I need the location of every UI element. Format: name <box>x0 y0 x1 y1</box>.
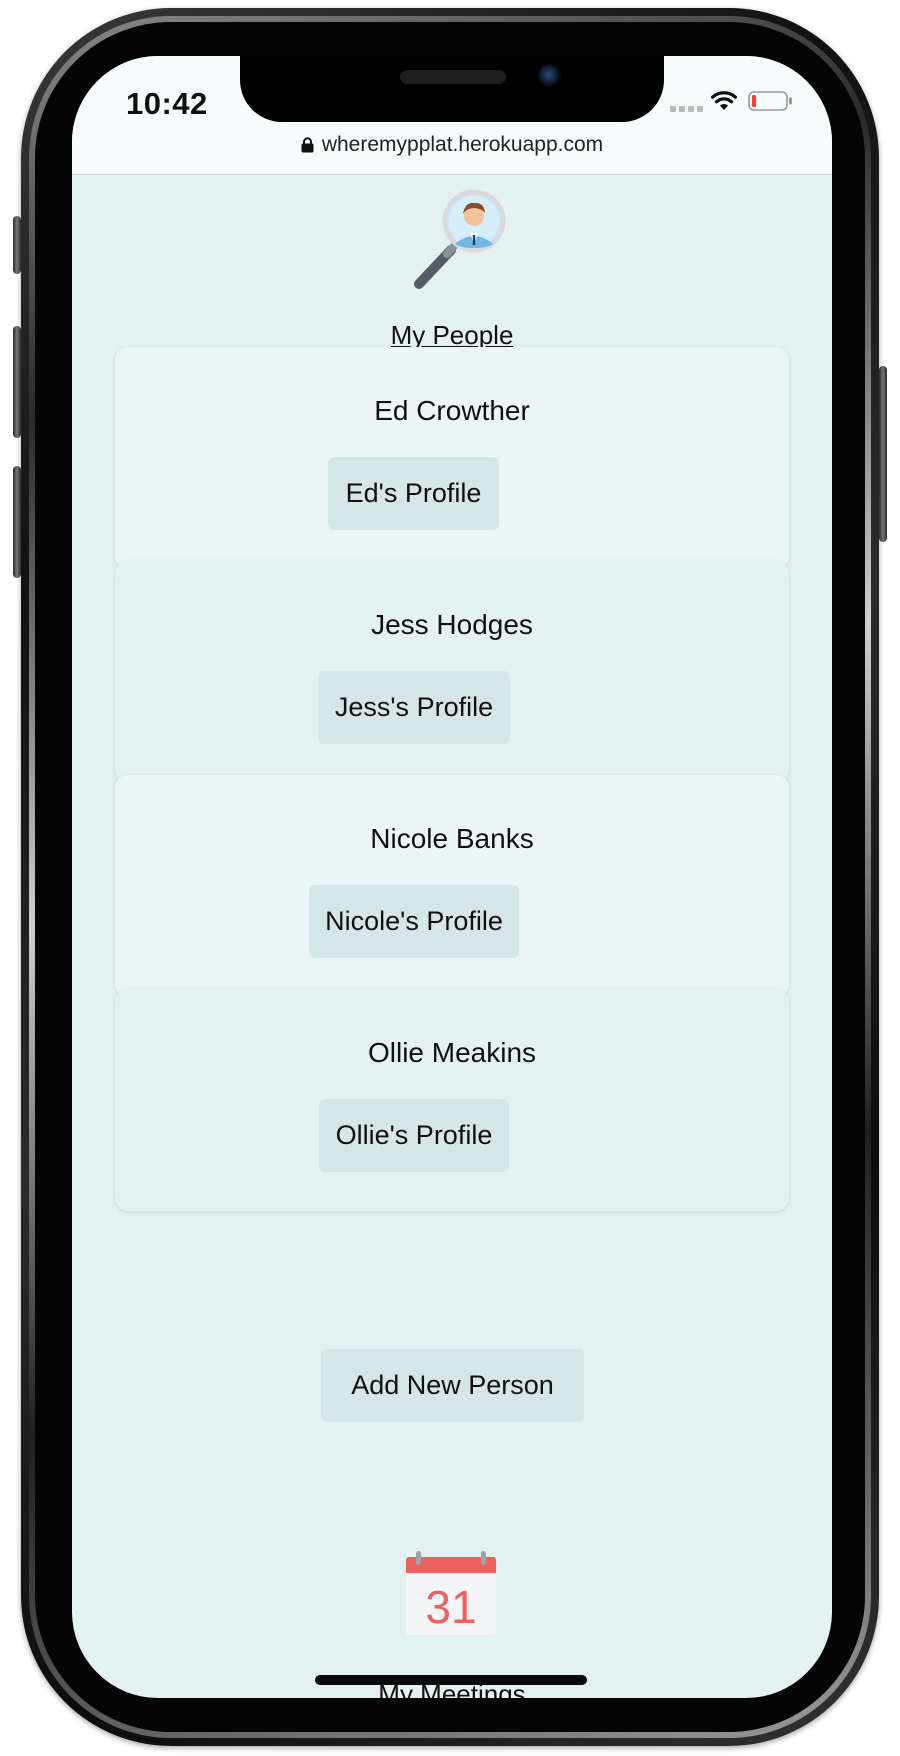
device-notch <box>240 56 664 122</box>
ed-profile-button[interactable]: Ed's Profile <box>328 457 499 530</box>
front-camera <box>538 64 562 88</box>
person-name: Nicole Banks <box>370 823 534 854</box>
cellular-signal-icon <box>670 106 703 112</box>
person-card: Jess Hodges Jess's Profile <box>115 561 789 783</box>
power-button <box>879 366 887 542</box>
lock-icon <box>301 137 314 153</box>
wifi-icon <box>710 91 738 110</box>
device-mockup: 10:42 wheremypplat.herokuapp.com My Peop… <box>0 0 900 1756</box>
home-indicator[interactable] <box>315 1675 587 1685</box>
ollie-profile-button[interactable]: Ollie's Profile <box>319 1099 509 1172</box>
person-card: Nicole Banks Nicole's Profile <box>115 775 789 997</box>
person-card: Ollie Meakins Ollie's Profile <box>115 989 789 1211</box>
phone-screen: 10:42 wheremypplat.herokuapp.com My Peop… <box>72 56 832 1698</box>
nicole-profile-button[interactable]: Nicole's Profile <box>309 885 519 958</box>
volume-down-button <box>13 466 21 578</box>
url-text: wheremypplat.herokuapp.com <box>321 133 604 156</box>
jess-profile-button[interactable]: Jess's Profile <box>318 671 510 744</box>
person-name: Ollie Meakins <box>367 1037 537 1068</box>
silent-switch <box>13 216 21 274</box>
calendar-day-number: 31 <box>425 1581 476 1633</box>
person-name: Jess Hodges <box>371 609 533 640</box>
address-bar[interactable]: wheremypplat.herokuapp.com <box>72 133 832 157</box>
calendar-icon[interactable]: 31 <box>404 1551 498 1637</box>
earpiece-speaker <box>400 70 506 84</box>
person-name: Ed Crowther <box>374 395 530 426</box>
battery-low-icon <box>748 91 792 111</box>
magnifier-person-icon <box>414 189 506 289</box>
status-time: 10:42 <box>126 86 208 121</box>
volume-up-button <box>13 326 21 438</box>
person-card: Ed Crowther Ed's Profile <box>115 347 789 569</box>
add-new-person-button[interactable]: Add New Person <box>321 1349 584 1422</box>
